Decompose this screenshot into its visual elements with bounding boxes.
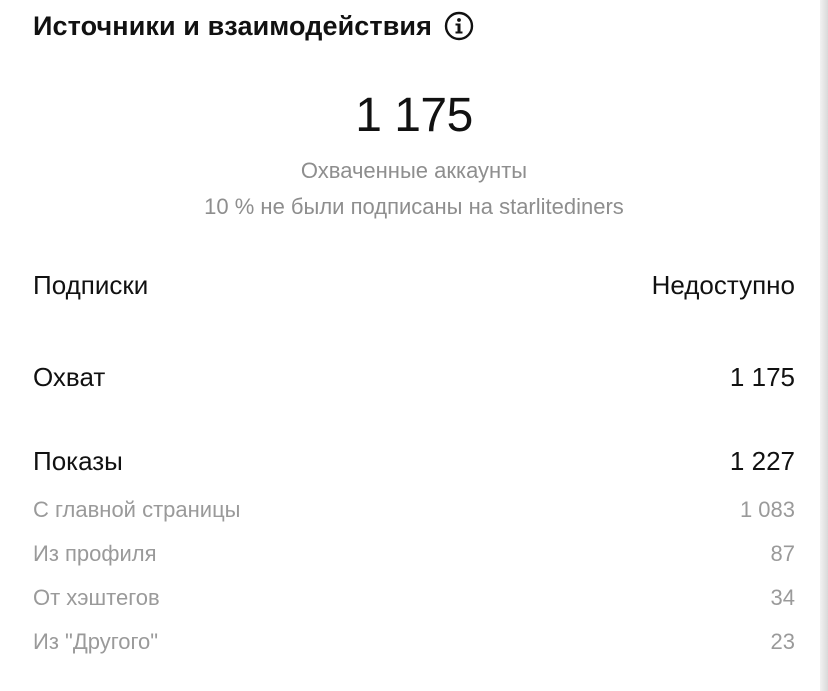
impressions-source-row: Из профиля 87 (33, 539, 795, 569)
follows-row: Подписки Недоступно (33, 267, 795, 303)
reach-label: Охват (33, 361, 106, 392)
source-hashtags-value: 34 (770, 585, 795, 610)
section-title: Источники и взаимодействия (33, 10, 432, 41)
source-home-label: С главной страницы (33, 497, 241, 522)
source-profile-label: Из профиля (33, 541, 157, 566)
accounts-reached-value: 1 175 (355, 89, 473, 142)
impressions-source-row: От хэштегов 34 (33, 583, 795, 613)
impressions-source-row: Из "Другого" 23 (33, 627, 795, 657)
follows-value: Недоступно (651, 269, 795, 300)
source-home-value: 1 083 (739, 497, 795, 522)
info-icon[interactable] (444, 11, 474, 41)
impressions-row: Показы 1 227 (33, 443, 795, 479)
reach-value: 1 175 (729, 361, 795, 392)
source-other-value: 23 (770, 629, 795, 654)
impressions-label: Показы (33, 445, 123, 476)
impressions-value: 1 227 (729, 445, 795, 476)
non-followers-note: 10 % не были подписаны на starlitediners (204, 194, 624, 219)
follows-label: Подписки (33, 269, 149, 300)
source-other-label: Из "Другого" (33, 629, 159, 654)
source-hashtags-label: От хэштегов (33, 585, 160, 610)
reach-row: Охват 1 175 (33, 359, 795, 395)
info-circle-icon (444, 11, 474, 41)
section-header: Источники и взаимодействия (33, 6, 474, 46)
source-profile-value: 87 (770, 541, 795, 566)
accounts-reached-label: Охваченные аккаунты (300, 158, 528, 183)
impressions-source-row: С главной страницы 1 083 (33, 495, 795, 525)
